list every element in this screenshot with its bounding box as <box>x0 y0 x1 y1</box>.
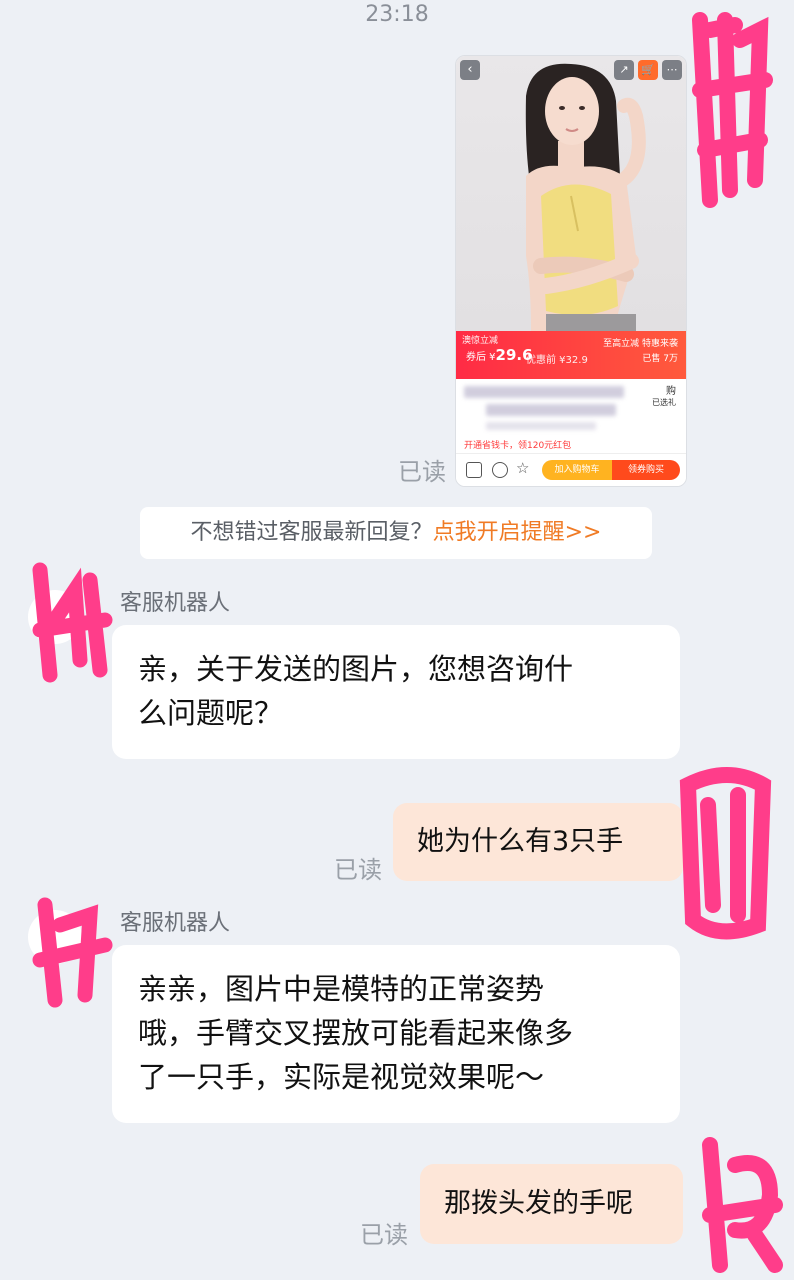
product-photo: ‹ ↗ 🛒 ⋯ <box>456 56 686 331</box>
read-status: 已读 <box>360 1221 408 1249</box>
price-original: 优惠前 ¥32.9 <box>526 355 588 366</box>
avatar[interactable] <box>28 590 82 644</box>
sent-product-screenshot[interactable]: ‹ ↗ 🛒 ⋯ 澳惊立减 券后 ¥29.6 优惠前 ¥32.9 至高立减 特惠来… <box>455 55 687 487</box>
price-main: 券后 ¥29.6 <box>466 346 533 364</box>
add-cart-button: 加入购物车 <box>542 460 612 480</box>
shop-icon <box>466 462 482 478</box>
read-status: 已读 <box>334 856 382 884</box>
price-right-info: 至高立减 特惠来袭 已售 7万 <box>603 339 678 364</box>
redaction-scribble <box>679 767 772 940</box>
tip-text: 不想错过客服最新回复？ <box>190 520 433 545</box>
avatar[interactable] <box>28 910 82 964</box>
redaction-scribble <box>702 1137 783 1273</box>
message-line: 亲，关于发送的图片，您想咨询什 <box>138 652 574 686</box>
read-status: 已读 <box>398 458 446 486</box>
back-icon: ‹ <box>460 60 480 80</box>
share-icon: ↗ <box>614 60 634 80</box>
blurred-title <box>464 386 624 398</box>
message-text: 那拨头发的手呢 <box>444 1188 633 1219</box>
message-bubble[interactable]: 亲亲，图片中是模特的正常姿势 哦，手臂交叉摆放可能看起来像多 了一只手，实际是视… <box>112 945 680 1123</box>
product-bottom-bar: ☆ 加入购物车 领券购买 <box>456 453 686 486</box>
service-icon <box>492 462 508 478</box>
star-icon: ☆ <box>516 459 530 477</box>
blurred-title-2 <box>486 404 616 416</box>
more-icon: ⋯ <box>662 60 682 80</box>
model-figure <box>525 63 646 331</box>
message-line: 亲亲，图片中是模特的正常姿势 <box>138 972 545 1006</box>
buy-button: 领券购买 <box>612 460 680 480</box>
pay-promo: 开通省钱卡，领120元红包 <box>464 441 572 451</box>
notification-tip[interactable]: 不想错过客服最新回复？点我开启提醒>> <box>140 507 652 559</box>
message-bubble-outgoing[interactable]: 她为什么有3只手 <box>393 803 683 881</box>
message-bubble-outgoing[interactable]: 那拨头发的手呢 <box>420 1164 683 1244</box>
message-line: 么问题呢？ <box>138 696 284 730</box>
price-banner: 澳惊立减 券后 ¥29.6 优惠前 ¥32.9 至高立减 特惠来袭 已售 7万 <box>456 331 686 379</box>
redaction-scribble <box>692 12 773 208</box>
price-tag: 澳惊立减 <box>462 336 499 346</box>
enable-reminder-link[interactable]: 点我开启提醒>> <box>433 520 602 545</box>
message-line: 了一只手，实际是视觉效果呢～ <box>138 1060 545 1094</box>
cart-icon: 🛒 <box>638 60 658 80</box>
message-line: 哦，手臂交叉摆放可能看起来像多 <box>138 1016 574 1050</box>
message-bubble[interactable]: 亲，关于发送的图片，您想咨询什 么问题呢？ <box>112 625 680 759</box>
sender-name: 客服机器人 <box>120 591 231 616</box>
blurred-subtitle <box>486 422 596 430</box>
side-label: 购 已选礼 <box>652 386 676 407</box>
message-text: 她为什么有3只手 <box>417 826 624 857</box>
timestamp: 23:18 <box>365 2 429 27</box>
sender-name: 客服机器人 <box>120 911 231 936</box>
